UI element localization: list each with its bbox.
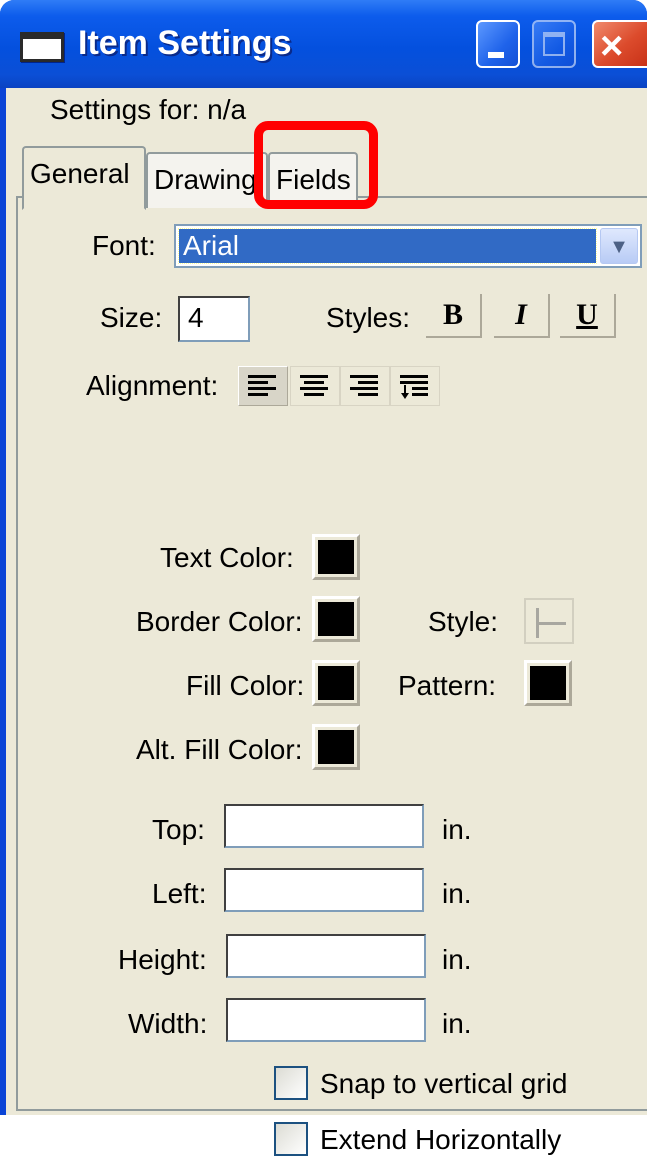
color-fill	[318, 666, 354, 700]
italic-button[interactable]: I	[494, 294, 550, 338]
top-unit: in.	[442, 814, 472, 845]
align-left-button[interactable]	[238, 366, 288, 406]
border-style-label: Style:	[428, 606, 499, 637]
dialog-client-area: Settings for: n/a General Drawing Fields…	[6, 88, 647, 1156]
align-wrap-button[interactable]	[390, 366, 440, 406]
left-unit: in.	[442, 878, 472, 909]
top-label: Top:	[152, 814, 205, 845]
window-left-border	[0, 88, 6, 1115]
align-right-button[interactable]	[340, 366, 390, 406]
font-select[interactable]: Arial ▼	[174, 224, 642, 268]
height-unit: in.	[442, 944, 472, 975]
border-style-button[interactable]	[524, 598, 574, 644]
fill-color-label: Fill Color:	[186, 670, 305, 701]
color-fill	[318, 540, 354, 574]
left-label: Left:	[152, 878, 207, 909]
size-label: Size:	[100, 302, 163, 333]
font-label: Font:	[92, 230, 156, 261]
snap-to-grid-label[interactable]: Snap to vertical grid	[320, 1068, 567, 1100]
top-input[interactable]	[224, 804, 424, 848]
alt-fill-color-swatch[interactable]	[312, 724, 360, 770]
height-input[interactable]	[226, 934, 426, 978]
settings-for-label: Settings for: n/a	[50, 94, 247, 125]
text-color-swatch[interactable]	[312, 534, 360, 580]
snap-to-grid-checkbox[interactable]	[274, 1066, 308, 1100]
minimize-button[interactable]	[476, 20, 520, 68]
extend-horizontally-checkbox[interactable]	[274, 1122, 308, 1156]
fill-color-swatch[interactable]	[312, 660, 360, 706]
pattern-label: Pattern:	[398, 670, 497, 701]
border-color-swatch[interactable]	[312, 596, 360, 642]
text-wrap-icon	[400, 375, 428, 399]
close-button[interactable]: ×	[592, 20, 647, 68]
align-center-icon	[300, 375, 328, 396]
alt-fill-color-label: Alt. Fill Color:	[136, 734, 303, 765]
border-style-icon-h	[536, 622, 566, 625]
window-title: Item Settings	[78, 24, 292, 62]
minimize-icon	[488, 52, 504, 58]
font-selected-value: Arial	[178, 228, 597, 264]
align-right-icon	[350, 375, 378, 396]
alignment-label: Alignment:	[86, 370, 219, 401]
tab-general[interactable]: General	[22, 146, 146, 210]
border-color-label: Border Color:	[136, 606, 303, 637]
title-bar[interactable]: Item Settings ×	[0, 0, 647, 88]
pattern-swatch[interactable]	[524, 660, 572, 706]
color-fill	[318, 730, 354, 764]
color-fill	[530, 666, 566, 700]
color-fill	[318, 602, 354, 636]
window-app-icon	[20, 32, 64, 62]
extend-horizontally-label[interactable]: Extend Horizontally	[320, 1124, 561, 1156]
fields-tab-highlight	[254, 121, 378, 209]
tab-drawing[interactable]: Drawing	[146, 152, 268, 208]
close-icon: ×	[600, 24, 624, 68]
styles-label: Styles:	[326, 302, 411, 333]
align-center-button[interactable]	[290, 366, 340, 406]
maximize-button[interactable]	[532, 20, 576, 68]
width-label: Width:	[128, 1008, 208, 1039]
text-color-label: Text Color:	[160, 542, 294, 573]
width-unit: in.	[442, 1008, 472, 1039]
align-left-icon	[248, 375, 276, 396]
size-input[interactable]: 4	[178, 296, 250, 342]
bold-button[interactable]: B	[426, 294, 482, 338]
chevron-down-icon[interactable]: ▼	[600, 228, 638, 264]
width-input[interactable]	[226, 998, 426, 1042]
height-label: Height:	[118, 944, 207, 975]
left-input[interactable]	[224, 868, 424, 912]
underline-button[interactable]: U	[560, 294, 616, 338]
maximize-icon	[543, 32, 565, 56]
